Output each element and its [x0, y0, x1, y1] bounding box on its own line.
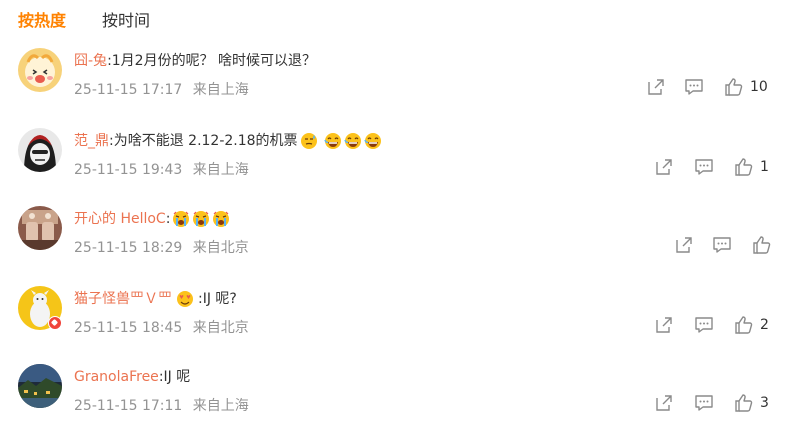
- comment-meta: 25-11-15 17:11 来自上海: [74, 395, 249, 415]
- share-icon[interactable]: [654, 393, 674, 413]
- like-count: 10: [750, 79, 768, 95]
- comment-actions: 2: [654, 315, 769, 335]
- username-link[interactable]: 猫子怪兽罒Ｖ罒: [74, 289, 172, 309]
- comment-text: :: [165, 211, 171, 227]
- comment-content: 开心的 HelloC :: [74, 209, 230, 229]
- laugh-emoji-icon: [343, 132, 362, 150]
- reply-icon[interactable]: [694, 393, 714, 413]
- username-link[interactable]: 开心的 HelloC: [74, 209, 166, 229]
- location: 来自上海: [192, 398, 249, 414]
- sort-tabs: 按热度 按时间: [18, 6, 186, 32]
- laugh-emoji-icon: [323, 132, 342, 150]
- share-icon[interactable]: [654, 315, 674, 335]
- like-icon[interactable]: [734, 315, 754, 335]
- username-link[interactable]: 囧-兔: [74, 51, 107, 71]
- location: 来自上海: [192, 162, 249, 178]
- reply-icon[interactable]: [694, 315, 714, 335]
- comment-item: 范_鼎 :为啥不能退 2.12-2.18的机票 25-11-15 19:43 来…: [18, 128, 778, 188]
- like-count: 3: [760, 395, 769, 411]
- comment-actions: 10: [646, 77, 768, 97]
- location: 来自北京: [192, 320, 249, 336]
- like-count: 2: [760, 317, 769, 333]
- comment-item: GranolaFree :IJ 呢 25-11-15 17:11 来自上海 3: [18, 364, 778, 424]
- avatar[interactable]: [18, 364, 62, 408]
- timestamp: 25-11-15 17:17: [74, 82, 183, 98]
- vip-badge-icon: [48, 316, 62, 330]
- username-link[interactable]: 范_鼎: [74, 131, 109, 151]
- comment-text: :IJ 呢?: [198, 291, 237, 307]
- comment-actions: 1: [654, 157, 769, 177]
- comment-text: :为啥不能退 2.12-2.18的机票: [109, 133, 298, 149]
- crying-emoji-icon: [172, 210, 190, 228]
- heart-eyes-emoji-icon: [176, 290, 194, 308]
- comment-meta: 25-11-15 17:17 来自上海: [74, 79, 249, 99]
- sweat-emoji-icon: [300, 132, 318, 150]
- timestamp: 25-11-15 18:45: [74, 320, 183, 336]
- like-icon[interactable]: [724, 77, 744, 97]
- reply-icon[interactable]: [712, 235, 732, 255]
- crying-emoji-icon: [212, 210, 230, 228]
- comment-actions: [674, 235, 778, 255]
- like-icon[interactable]: [734, 393, 754, 413]
- comment-text: :1月2月份的呢？ 啥时候可以退？: [107, 53, 317, 69]
- timestamp: 25-11-15 19:43: [74, 162, 183, 178]
- comment-actions: 3: [654, 393, 769, 413]
- location: 来自北京: [192, 240, 249, 256]
- tab-by-popularity[interactable]: 按热度: [18, 7, 66, 31]
- comment-meta: 25-11-15 19:43 来自上海: [74, 159, 249, 179]
- comment-content: 范_鼎 :为啥不能退 2.12-2.18的机票: [74, 131, 382, 151]
- share-icon[interactable]: [654, 157, 674, 177]
- comment-meta: 25-11-15 18:45 来自北京: [74, 317, 249, 337]
- comment-content: 猫子怪兽罒Ｖ罒 :IJ 呢?: [74, 289, 237, 309]
- like-icon[interactable]: [752, 235, 772, 255]
- location: 来自上海: [192, 82, 249, 98]
- reply-icon[interactable]: [684, 77, 704, 97]
- comment-item: 猫子怪兽罒Ｖ罒 :IJ 呢? 25-11-15 18:45 来自北京 2: [18, 286, 778, 346]
- comment-content: GranolaFree :IJ 呢: [74, 367, 190, 387]
- share-icon[interactable]: [646, 77, 666, 97]
- avatar[interactable]: [18, 128, 62, 172]
- timestamp: 25-11-15 17:11: [74, 398, 183, 414]
- like-icon[interactable]: [734, 157, 754, 177]
- share-icon[interactable]: [674, 235, 694, 255]
- username-link[interactable]: GranolaFree: [74, 367, 159, 387]
- crying-emoji-icon: [192, 210, 210, 228]
- timestamp: 25-11-15 18:29: [74, 240, 183, 256]
- comment-item: 囧-兔 :1月2月份的呢？ 啥时候可以退？ 25-11-15 17:17 来自上…: [18, 48, 778, 108]
- comment-meta: 25-11-15 18:29 来自北京: [74, 237, 249, 257]
- comment-content: 囧-兔 :1月2月份的呢？ 啥时候可以退？: [74, 51, 316, 71]
- laugh-emoji-icon: [363, 132, 382, 150]
- reply-icon[interactable]: [694, 157, 714, 177]
- like-count: 1: [760, 159, 769, 175]
- avatar[interactable]: [18, 206, 62, 250]
- comment-item: 开心的 HelloC : 25-11-15 18:29 来自北京: [18, 206, 778, 266]
- avatar[interactable]: [18, 48, 62, 92]
- tab-by-time[interactable]: 按时间: [102, 7, 150, 31]
- comment-text: :IJ 呢: [158, 369, 191, 385]
